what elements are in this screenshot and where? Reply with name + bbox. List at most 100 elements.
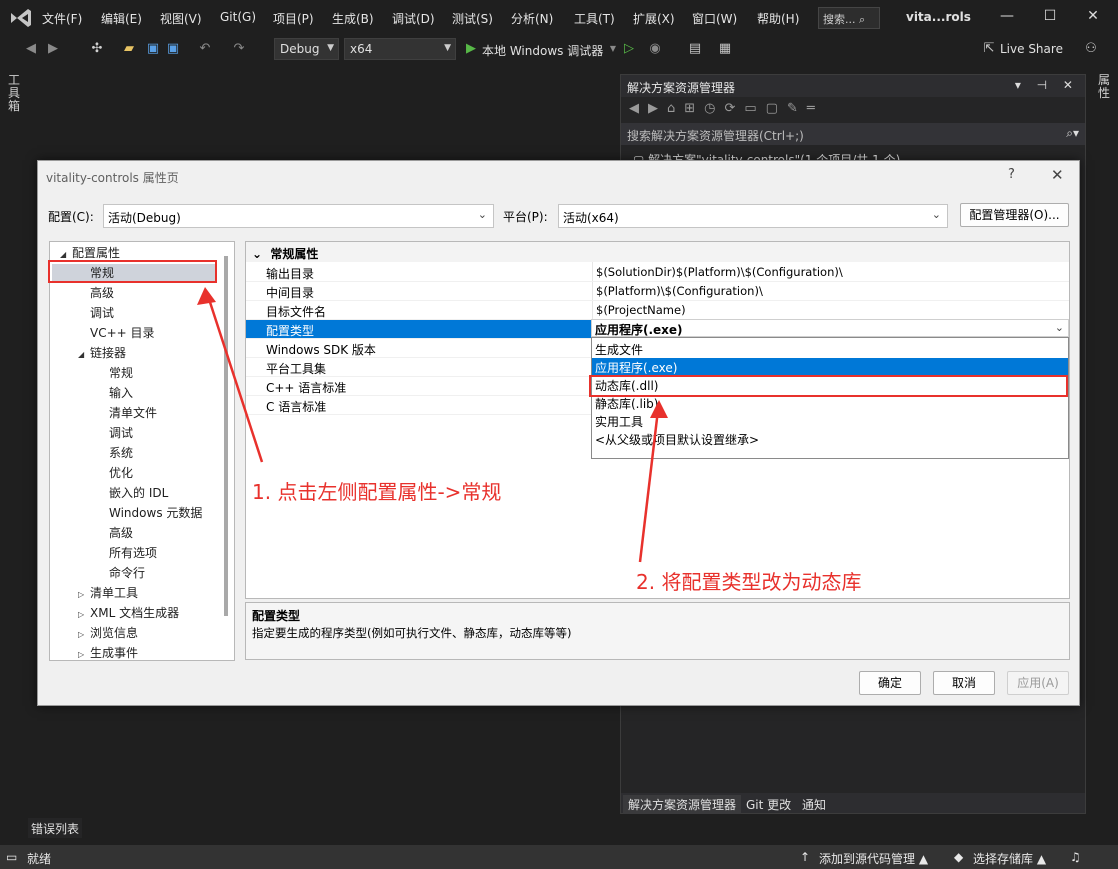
close-icon[interactable]: ✕ bbox=[1051, 166, 1064, 184]
config-type-option[interactable]: 实用工具 bbox=[592, 412, 1068, 430]
tree-item-label: 链接器 bbox=[90, 346, 127, 360]
live-share-button[interactable]: Live Share bbox=[1000, 42, 1063, 56]
menu-item[interactable]: 文件(F) bbox=[42, 10, 82, 27]
redo-icon[interactable]: ↷ bbox=[230, 40, 248, 58]
tree-item[interactable]: 常规 bbox=[50, 364, 133, 382]
expanded-arrow-icon[interactable]: ◢ bbox=[78, 350, 90, 359]
tree-item[interactable]: 高级 bbox=[50, 284, 114, 302]
grid-category[interactable]: ⌄ 常规属性 bbox=[246, 242, 1069, 262]
collapsed-arrow-icon[interactable]: ▷ bbox=[78, 610, 90, 619]
menu-item[interactable]: 生成(B) bbox=[332, 10, 374, 27]
collapsed-arrow-icon[interactable]: ▷ bbox=[78, 650, 90, 659]
menu-item[interactable]: 工具(T) bbox=[574, 10, 615, 27]
run-button[interactable]: 本地 Windows 调试器 bbox=[482, 42, 603, 59]
start-debug-icon[interactable]: ▶ bbox=[462, 40, 480, 58]
help-icon[interactable]: ? bbox=[1008, 167, 1015, 182]
menu-item[interactable]: 窗口(W) bbox=[692, 10, 737, 27]
layout-icon[interactable]: ▦ bbox=[716, 40, 734, 58]
tree-scrollbar[interactable] bbox=[224, 256, 228, 616]
property-name: 中间目录 bbox=[266, 286, 315, 300]
tab-solution-explorer[interactable]: 解决方案资源管理器 bbox=[623, 795, 742, 814]
menu-item[interactable]: 编辑(E) bbox=[101, 10, 142, 27]
maximize-button[interactable]: ☐ bbox=[1040, 8, 1060, 28]
back-icon[interactable]: ◀ bbox=[22, 40, 40, 58]
feedback-icon[interactable]: ⚇ bbox=[1082, 40, 1100, 58]
property-value: $(Platform)\$(Configuration)\ bbox=[596, 284, 763, 298]
tab-git-changes[interactable]: Git 更改 bbox=[741, 795, 796, 814]
close-window-button[interactable]: ✕ bbox=[1083, 8, 1103, 28]
tree-item[interactable]: ▷ 生成事件 bbox=[50, 644, 138, 660]
config-type-option[interactable]: 应用程序(.exe) bbox=[592, 358, 1068, 376]
solution-explorer-toolbar[interactable]: ◀▶⌂⊞◷⟳▭▢✎═ bbox=[621, 97, 1085, 123]
tree-item[interactable]: 调试 bbox=[50, 424, 133, 442]
tree-item[interactable]: 输入 bbox=[50, 384, 133, 402]
tree-item[interactable]: 高级 bbox=[50, 524, 133, 542]
menu-item[interactable]: 扩展(X) bbox=[633, 10, 675, 27]
open-folder-icon[interactable]: ▰ bbox=[120, 40, 138, 58]
select-repo-button[interactable]: 选择存储库 ▲ bbox=[973, 850, 1046, 867]
tree-item[interactable]: 命令行 bbox=[50, 564, 145, 582]
toolbox-tab[interactable]: 工具箱 bbox=[8, 74, 22, 113]
property-row[interactable]: 输出目录 $(SolutionDir)$(Platform)\$(Configur… bbox=[246, 263, 1069, 282]
attach-icon[interactable]: ◉ bbox=[646, 40, 664, 58]
property-row[interactable]: 配置类型 bbox=[246, 320, 592, 339]
config-type-combo[interactable]: 应用程序(.exe) ⌄ bbox=[591, 319, 1069, 337]
tree-item[interactable]: 系统 bbox=[50, 444, 133, 462]
tree-item-label: 清单工具 bbox=[90, 586, 139, 600]
menu-item[interactable]: 测试(S) bbox=[452, 10, 493, 27]
save-all-icon[interactable]: ▣ bbox=[164, 40, 182, 58]
save-icon[interactable]: ▣ bbox=[144, 40, 162, 58]
property-row[interactable]: 中间目录 $(Platform)\$(Configuration)\ bbox=[246, 282, 1069, 301]
property-row[interactable]: 目标文件名 $(ProjectName) bbox=[246, 301, 1069, 320]
tree-item[interactable]: 嵌入的 IDL bbox=[50, 484, 168, 502]
tree-item[interactable]: 调试 bbox=[50, 304, 114, 322]
error-list-tab[interactable]: 错误列表 bbox=[28, 818, 82, 838]
new-item-icon[interactable]: ✣ bbox=[88, 40, 106, 58]
cancel-button[interactable]: 取消 bbox=[933, 671, 995, 695]
tree-item[interactable]: VC++ 目录 bbox=[50, 324, 155, 342]
tree-item[interactable]: Windows 元数据 bbox=[50, 504, 202, 522]
menu-item[interactable]: 调试(D) bbox=[392, 10, 435, 27]
ok-button[interactable]: 确定 bbox=[859, 671, 921, 695]
menu-item[interactable]: 分析(N) bbox=[511, 10, 553, 27]
visual-studio-logo-icon bbox=[11, 9, 31, 27]
add-source-control-button[interactable]: 添加到源代码管理 ▲ bbox=[819, 850, 928, 867]
config-type-option[interactable]: <从父级或项目默认设置继承> bbox=[592, 430, 1068, 448]
minimize-button[interactable]: — bbox=[997, 8, 1017, 28]
folder-view-icon[interactable]: ▤ bbox=[686, 40, 704, 58]
properties-tab[interactable]: 属性 bbox=[1098, 74, 1112, 100]
menu-item[interactable]: Git(G) bbox=[220, 10, 256, 24]
tree-item[interactable]: ◢ 链接器 bbox=[50, 344, 126, 362]
tree-item[interactable]: ▷ XML 文档生成器 bbox=[50, 604, 179, 622]
config-type-option[interactable]: 生成文件 bbox=[592, 340, 1068, 358]
tree-item-label: 嵌入的 IDL bbox=[109, 486, 169, 500]
collapsed-arrow-icon[interactable]: ▷ bbox=[78, 590, 90, 599]
menu-item[interactable]: 帮助(H) bbox=[757, 10, 799, 27]
solution-platform-select[interactable]: x64 ▼ bbox=[344, 38, 456, 60]
tab-notifications[interactable]: 通知 bbox=[797, 795, 831, 814]
highlight-box-general bbox=[48, 260, 217, 283]
menu-item[interactable]: 视图(V) bbox=[160, 10, 202, 27]
tree-item[interactable]: 所有选项 bbox=[50, 544, 157, 562]
config-select[interactable]: 活动(Debug) ⌄ bbox=[103, 204, 494, 228]
upload-icon: ↑ bbox=[800, 850, 811, 864]
solution-config-select[interactable]: Debug ▼ bbox=[274, 38, 339, 60]
start-without-debug-icon[interactable]: ▷ bbox=[620, 40, 638, 58]
platform-select[interactable]: 活动(x64) ⌄ bbox=[558, 204, 948, 228]
apply-button[interactable]: 应用(A) bbox=[1007, 671, 1069, 695]
config-manager-button[interactable]: 配置管理器(O)... bbox=[960, 203, 1069, 227]
tree-item[interactable]: ▷ 浏览信息 bbox=[50, 624, 138, 642]
tree-item[interactable]: ▷ 清单工具 bbox=[50, 584, 138, 602]
tree-item[interactable]: 优化 bbox=[50, 464, 133, 482]
notifications-bell-icon[interactable]: ♫ bbox=[1070, 850, 1081, 864]
undo-icon[interactable]: ↶ bbox=[196, 40, 214, 58]
tree-item[interactable]: 清单文件 bbox=[50, 404, 157, 422]
forward-icon[interactable]: ▶ bbox=[44, 40, 62, 58]
collapsed-arrow-icon[interactable]: ▷ bbox=[78, 630, 90, 639]
search-box[interactable]: 搜索... ⌕ bbox=[818, 7, 880, 29]
menu-item[interactable]: 项目(P) bbox=[273, 10, 314, 27]
platform-label: 平台(P): bbox=[503, 210, 548, 224]
expanded-arrow-icon[interactable]: ◢ bbox=[60, 250, 72, 259]
panel-window-buttons[interactable]: ▾ ⊣ ✕ bbox=[1015, 78, 1079, 92]
solution-search-input[interactable]: 搜索解决方案资源管理器(Ctrl+;) ⌕▾ bbox=[621, 123, 1085, 145]
